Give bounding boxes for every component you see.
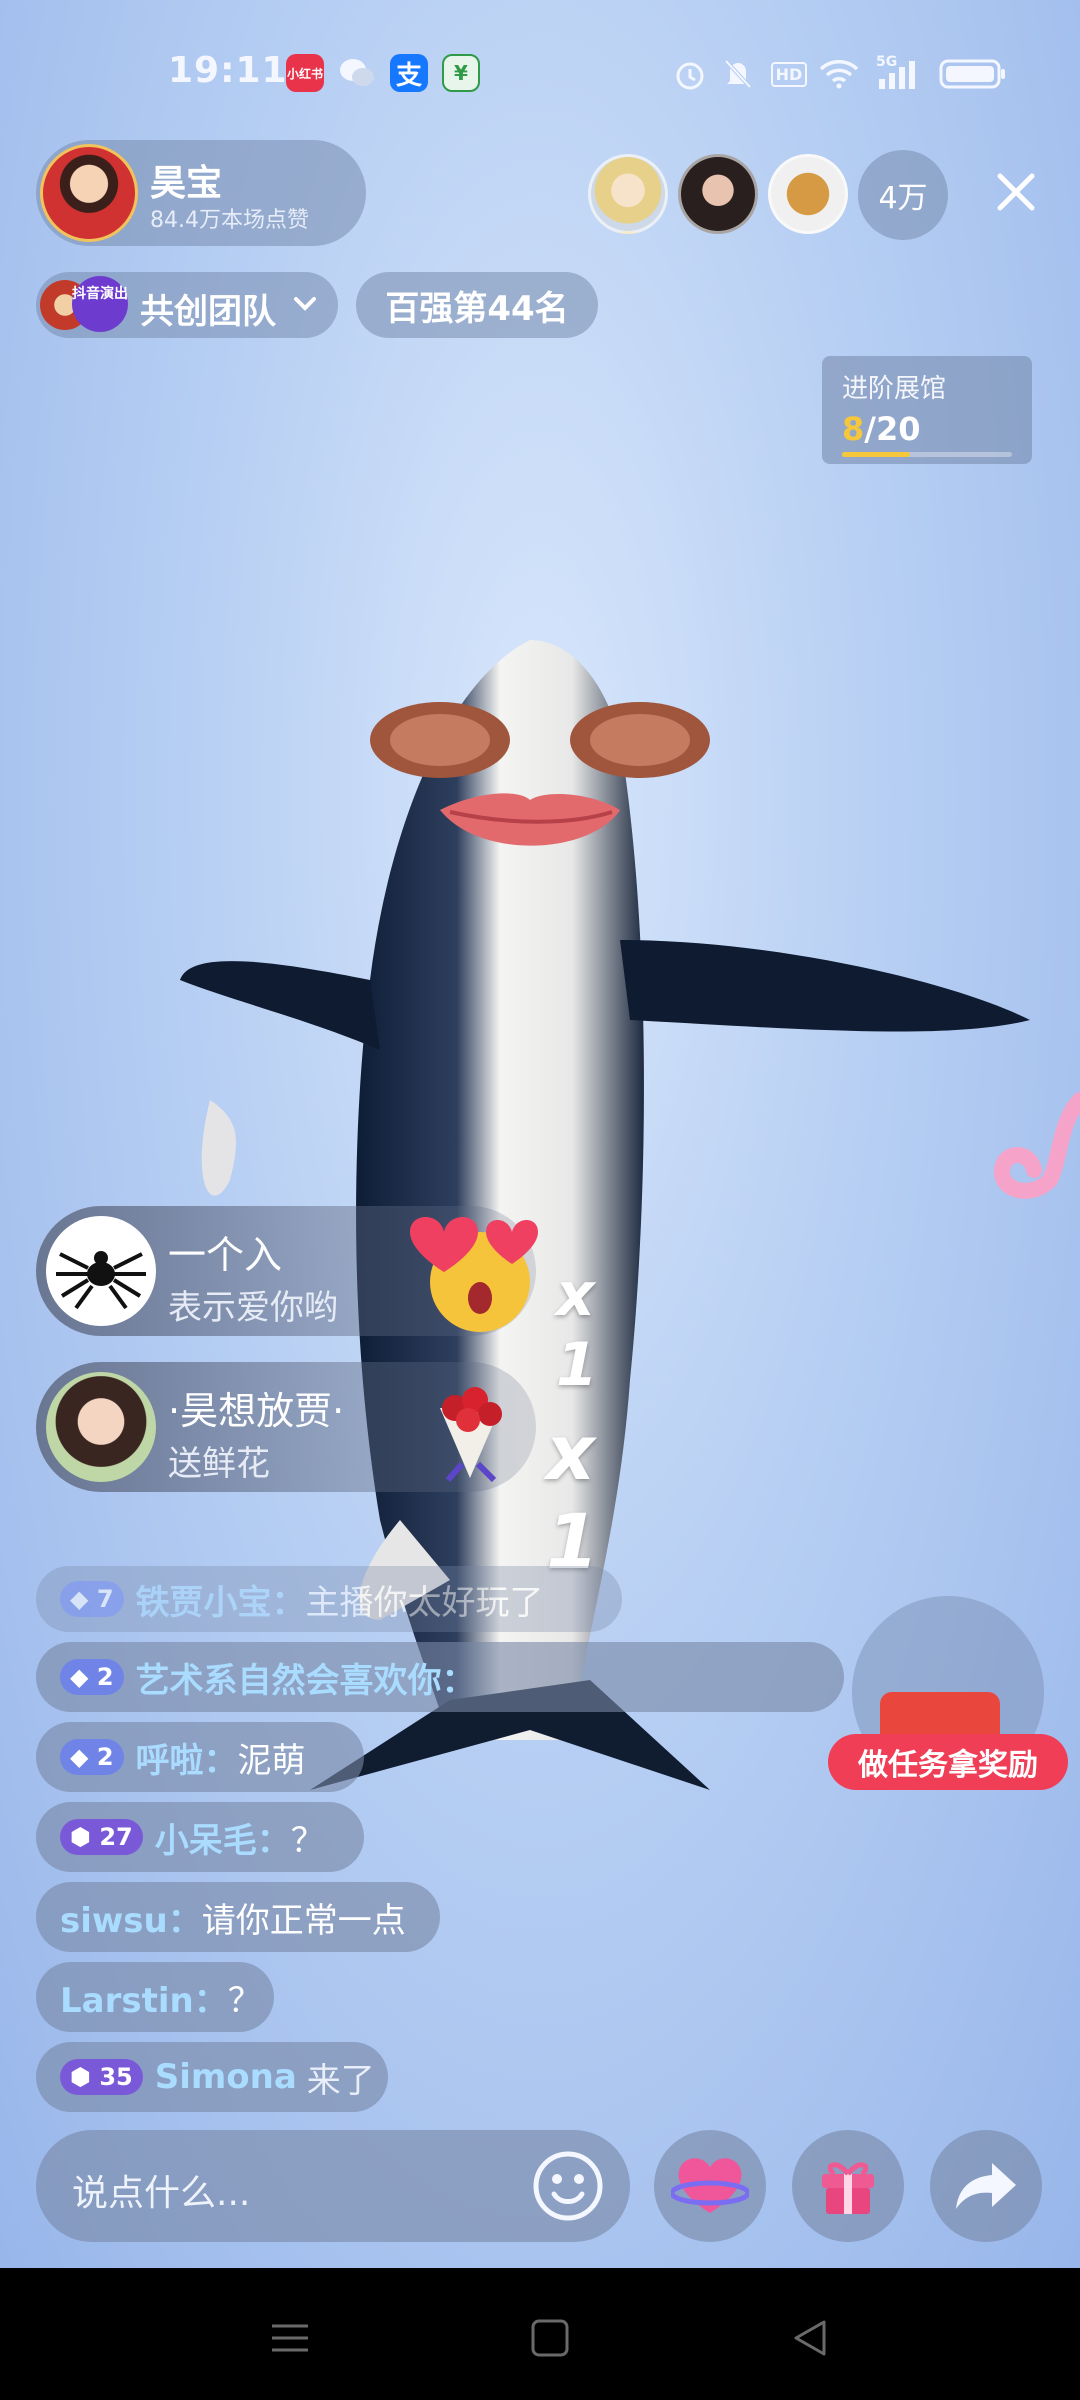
spider-icon <box>56 1251 146 1310</box>
viewer-count[interactable]: 4万 <box>858 150 948 240</box>
gift-sender-name: ·昊想放贾· <box>168 1389 345 1433</box>
status-bar: 19:11 小红书 支 ¥ HD 5G <box>0 40 1080 104</box>
chat-username: Simona <box>154 2057 297 2097</box>
task-reward-button[interactable]: 做任务拿奖励 <box>828 1734 1068 1790</box>
gift-action: 送鲜花 <box>168 1444 270 1484</box>
chat-username: 呼啦： <box>135 1740 238 1781</box>
share-arrow-icon <box>956 2163 1016 2209</box>
gift-sender-name: 一个入 <box>168 1233 283 1277</box>
alarm-icon <box>672 54 708 94</box>
host-likes: 84.4万本场点赞 <box>150 208 309 233</box>
team-pill[interactable]: 抖音演出 共创团队 <box>36 272 338 338</box>
wechat-icon <box>338 54 376 92</box>
gift-sender-avatar[interactable] <box>46 1216 156 1326</box>
xiaohongshu-icon: 小红书 <box>286 54 324 92</box>
share-button[interactable] <box>930 2130 1042 2242</box>
level-badge: ⬢ 27 <box>60 1819 143 1855</box>
gift-multiplier: x 1 <box>546 1408 599 1586</box>
level-badge: ◆ 7 <box>60 1581 124 1617</box>
gift-button[interactable] <box>792 2130 904 2242</box>
status-time: 19:11 <box>168 50 288 91</box>
wifi-icon <box>818 54 860 94</box>
team-badge: 抖音演出 <box>72 276 128 332</box>
chat-text: 来了 <box>306 2060 375 2101</box>
close-button[interactable] <box>984 160 1048 224</box>
chat-text: 主播你太好玩了 <box>305 1582 544 1623</box>
gift-multiplier: x 1 <box>556 1260 598 1400</box>
host-avatar[interactable] <box>40 144 138 242</box>
menu-icon <box>272 2324 308 2352</box>
comment-input[interactable]: 说点什么... <box>36 2130 630 2242</box>
love-emoji-gift-icon <box>410 1217 538 1332</box>
chat-message[interactable]: ⬢ 27 小呆毛： ？ <box>36 1802 364 1872</box>
rose-bouquet-gift-icon <box>440 1387 502 1483</box>
team-label: 共创团队 <box>140 292 276 332</box>
level-badge: ◆ 2 <box>60 1659 124 1695</box>
chat-text: 请你正常一点 <box>201 1900 406 1941</box>
exhibit-progress-bar <box>842 452 1012 457</box>
close-icon <box>997 173 1035 211</box>
emoji-icon[interactable] <box>532 2150 604 2222</box>
host-name: 昊宝 <box>150 163 223 204</box>
alipay-icon: 支 <box>390 54 428 92</box>
system-nav-bar <box>0 2268 1080 2400</box>
gift-sender-avatar[interactable] <box>46 1372 156 1482</box>
gift-notification: ·昊想放贾· 送鲜花 x 1 <box>36 1362 599 1586</box>
heart-effect-icon <box>994 1092 1080 1199</box>
exhibit-total: /20 <box>864 410 921 448</box>
viewer-avatar[interactable] <box>768 154 848 234</box>
menu-nav-button[interactable] <box>260 2308 320 2368</box>
chat-text: ？ <box>227 1980 262 2021</box>
heart-icon <box>671 2158 749 2213</box>
hd-icon: HD <box>770 54 808 94</box>
viewer-avatar[interactable] <box>678 154 758 234</box>
exhibit-card[interactable]: 进阶展馆 8/20 <box>822 356 1032 464</box>
chat-message[interactable]: siwsu： 请你正常一点 <box>36 1882 440 1952</box>
chat-message[interactable]: ◆ 7 铁贾小宝： 主播你太好玩了 <box>36 1566 622 1632</box>
exhibit-progress-text: 8/20 <box>842 410 920 448</box>
bank-icon: ¥ <box>442 54 480 92</box>
chat-text: ？ <box>290 1820 325 1861</box>
comment-placeholder: 说点什么... <box>72 2173 251 2214</box>
host-card[interactable]: 昊宝 84.4万本场点赞 <box>36 140 366 246</box>
exhibit-progress-fill <box>842 452 910 457</box>
exhibit-title: 进阶展馆 <box>842 374 947 404</box>
mute-icon <box>720 54 756 94</box>
exhibit-current: 8 <box>842 410 865 448</box>
chat-username: siwsu： <box>60 1900 202 1941</box>
chat-username: Larstin： <box>60 1980 228 2021</box>
viewer-avatar[interactable] <box>588 154 668 234</box>
signal-icon: 5G <box>872 54 922 94</box>
chat-message[interactable]: ◆ 2 呼啦： 泥萌 <box>36 1722 364 1792</box>
back-triangle-icon <box>794 2320 826 2356</box>
level-badge: ◆ 2 <box>60 1739 124 1775</box>
rank-pill[interactable]: 百强第44名 <box>356 272 598 338</box>
home-nav-button[interactable] <box>520 2308 580 2368</box>
chat-username: 艺术系自然会喜欢你： <box>135 1660 476 1701</box>
chat-text: 泥萌 <box>237 1740 306 1781</box>
back-nav-button[interactable] <box>780 2308 840 2368</box>
home-square-icon <box>531 2319 569 2357</box>
gift-notification: 一个入 表示爱你哟 x 1 <box>36 1206 598 1400</box>
chat-message[interactable]: ⬢ 35 Simona 来了 <box>36 2042 388 2112</box>
like-button[interactable] <box>654 2130 766 2242</box>
level-badge: ⬢ 35 <box>60 2059 143 2095</box>
chat-username: 铁贾小宝： <box>135 1582 306 1623</box>
gift-icon <box>822 2162 874 2214</box>
chat-message[interactable]: Larstin： ？ <box>36 1962 274 2032</box>
battery-icon <box>938 54 1008 94</box>
chevron-down-icon <box>294 297 316 311</box>
gift-action: 表示爱你哟 <box>168 1288 338 1328</box>
chat-username: 小呆毛： <box>154 1820 291 1861</box>
live-stream-screen: 19:11 小红书 支 ¥ HD 5G 昊宝 84.4万本场点赞 4万 抖音演出… <box>0 0 1080 2268</box>
chat-message[interactable]: ◆ 2 艺术系自然会喜欢你： <box>36 1642 844 1712</box>
